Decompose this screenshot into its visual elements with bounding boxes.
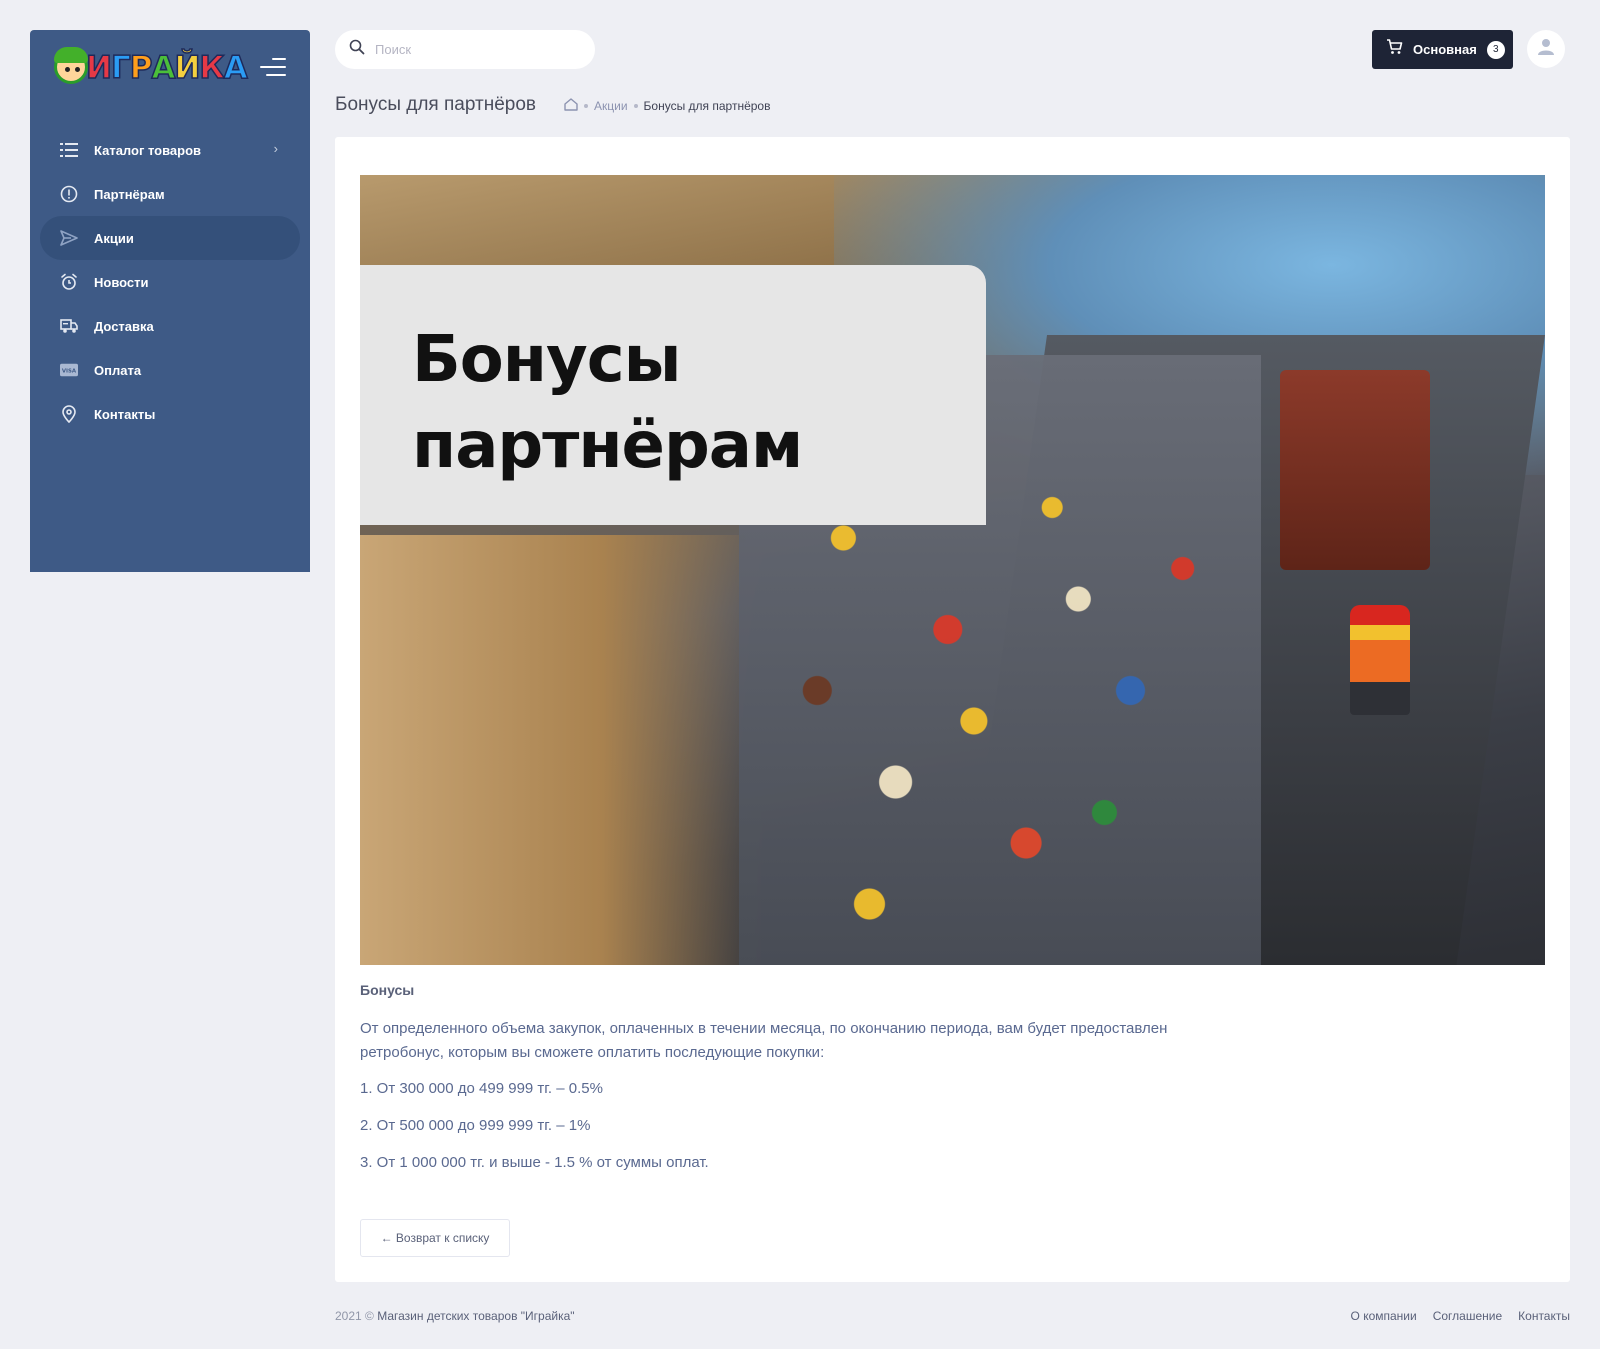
bonus-description: От определенного объема закупок, оплачен… <box>360 1020 1168 1061</box>
sidebar-item-contacts[interactable]: Контакты <box>40 392 300 436</box>
sidebar-item-promotions[interactable]: Акции <box>40 216 300 260</box>
logo-text: ИГРАЙКА <box>85 49 248 87</box>
list-item: 2. От 500 000 до 999 999 тг. – 1% <box>360 1117 591 1134</box>
svg-text:VISA: VISA <box>62 369 77 375</box>
sidebar-item-payment[interactable]: VISA Оплата <box>40 348 300 392</box>
sidebar-item-label: Каталог товаров <box>94 142 202 158</box>
list-icon <box>60 141 78 159</box>
chevron-right-icon: › <box>273 141 278 156</box>
sidebar-nav: Каталог товаров › Партнёрам Акции Новост… <box>40 128 300 436</box>
breadcrumb-link-promotions[interactable]: Акции <box>594 99 628 113</box>
list-item: 3. От 1 000 000 тг. и выше - 1.5 % от су… <box>360 1154 709 1171</box>
sidebar-item-label: Новости <box>94 274 149 290</box>
hero-image: Бонусы партнёрам <box>360 175 1545 965</box>
menu-toggle-icon[interactable] <box>258 56 286 78</box>
sidebar-item-label: Партнёрам <box>94 186 165 202</box>
sidebar-item-label: Контакты <box>94 406 156 422</box>
sidebar-item-catalog[interactable]: Каталог товаров › <box>40 128 300 172</box>
breadcrumb-separator <box>584 104 588 108</box>
cart-count-badge: 3 <box>1486 40 1505 59</box>
hero-text-panel: Бонусы партнёрам <box>360 265 986 525</box>
map-pin-icon <box>60 405 78 423</box>
sidebar-item-delivery[interactable]: Доставка <box>40 304 300 348</box>
footer-link-about[interactable]: О компании <box>1351 1309 1417 1323</box>
footer-copyright: 2021 © Магазин детских товаров "Играйка" <box>335 1309 575 1323</box>
search-box <box>335 30 595 69</box>
sidebar-item-label: Акции <box>94 230 134 246</box>
home-icon[interactable] <box>564 98 578 114</box>
breadcrumb: Акции Бонусы для партнёров <box>564 98 770 114</box>
logo-mascot-icon <box>54 47 88 84</box>
list-item: 1. От 300 000 до 499 999 тг. – 0.5% <box>360 1080 603 1097</box>
section-title: Бонусы <box>360 982 415 998</box>
breadcrumb-current: Бонусы для партнёров <box>643 99 771 113</box>
user-icon <box>1538 38 1554 61</box>
visa-card-icon: VISA <box>60 361 78 379</box>
hero-title: Бонусы партнёрам <box>412 317 803 489</box>
cart-label: Основная <box>1413 42 1477 57</box>
footer-link-contacts[interactable]: Контакты <box>1518 1309 1570 1323</box>
hero-title-line2: партнёрам <box>412 409 803 483</box>
hero-title-line1: Бонусы <box>412 323 682 397</box>
sidebar: ИГРАЙКА Каталог товаров › Партнёрам Акци… <box>30 30 310 572</box>
alarm-icon <box>60 273 78 291</box>
breadcrumb-separator <box>633 104 638 108</box>
alert-circle-icon <box>60 185 78 203</box>
search-icon <box>349 39 365 60</box>
sidebar-item-label: Оплата <box>94 362 142 378</box>
send-icon <box>60 229 78 247</box>
logo[interactable]: ИГРАЙКА <box>54 44 249 92</box>
footer-year: 2021 © <box>335 1309 374 1323</box>
footer-link-agreement[interactable]: Соглашение <box>1433 1309 1502 1323</box>
back-to-list-button[interactable]: ← Возврат к списку <box>360 1219 510 1257</box>
sidebar-item-partners[interactable]: Партнёрам <box>40 172 300 216</box>
sidebar-item-label: Доставка <box>94 318 154 334</box>
cart-icon <box>1386 39 1403 60</box>
sidebar-item-news[interactable]: Новости <box>40 260 300 304</box>
user-avatar[interactable] <box>1527 30 1565 68</box>
content-card: Бонусы партнёрам Бонусы От определенного… <box>335 137 1570 1282</box>
truck-icon <box>60 317 78 335</box>
cart-button[interactable]: Основная 3 <box>1372 30 1513 69</box>
footer-brand: Магазин детских товаров "Играйка" <box>377 1309 575 1323</box>
footer-links: О компании Соглашение Контакты <box>1335 1309 1570 1323</box>
search-input[interactable] <box>375 42 575 57</box>
page-title: Бонусы для партнёров <box>335 94 536 115</box>
